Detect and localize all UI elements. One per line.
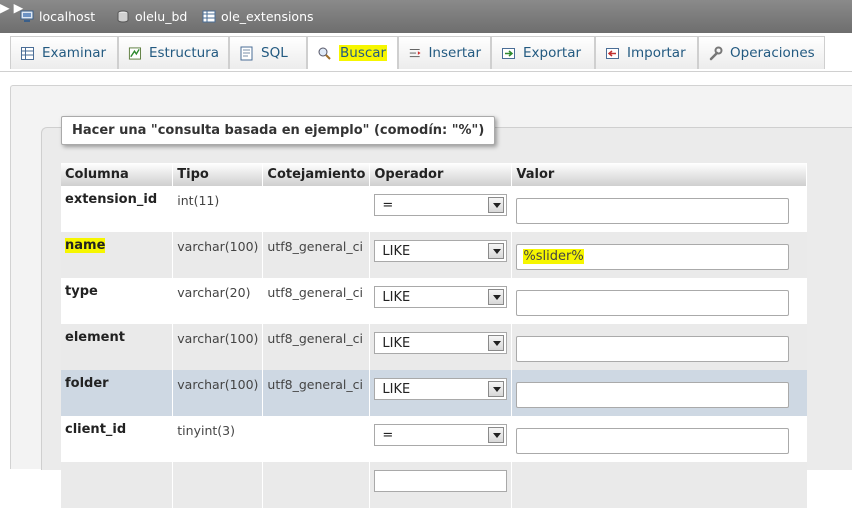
sql-icon	[240, 46, 253, 60]
breadcrumb-table-label[interactable]: ole_extensions	[221, 9, 314, 24]
structure-icon	[128, 46, 142, 60]
breadcrumb-table[interactable]: ole_extensions	[202, 9, 314, 24]
column-type: varchar(20)	[172, 278, 263, 324]
database-icon	[117, 10, 129, 23]
value-input[interactable]: %slider%	[516, 244, 790, 270]
value-input-text: %slider%	[523, 249, 584, 264]
tab-exportar-label: Exportar	[523, 45, 582, 61]
table-row: client_id tinyint(3) =	[61, 416, 807, 462]
operator-select-value: =	[382, 198, 394, 213]
header-type: Tipo	[172, 163, 264, 186]
tab-examinar-label: Examinar	[42, 45, 107, 61]
tab-estructura-label: Estructura	[148, 45, 219, 61]
breadcrumb-server[interactable]: localhost	[20, 9, 95, 24]
column-name: extension_id	[61, 186, 173, 232]
value-input[interactable]	[516, 428, 790, 454]
column-collation: utf8_general_ci	[262, 232, 370, 278]
chevron-down-icon[interactable]	[488, 427, 505, 443]
value-input[interactable]	[516, 198, 790, 224]
table-row: extension_id int(11) =	[61, 186, 807, 232]
column-collation	[262, 416, 370, 462]
table-icon	[202, 10, 216, 23]
table-row: name varchar(100) utf8_general_ci LIKE %…	[61, 232, 807, 278]
table-row: element varchar(100) utf8_general_ci LIK…	[61, 324, 807, 370]
column-type: int(11)	[172, 186, 263, 232]
chevron-down-icon[interactable]	[488, 381, 505, 397]
search-legend: Hacer una "consulta basada en ejemplo" (…	[61, 116, 496, 145]
operator-select-value: LIKE	[382, 336, 411, 351]
export-icon	[502, 47, 515, 59]
header-collation: Cotejamiento	[262, 163, 371, 186]
tab-importar[interactable]: Importar	[595, 36, 698, 69]
breadcrumb-database-label[interactable]: olelu_bd	[135, 9, 187, 24]
operator-select-value: LIKE	[382, 290, 411, 305]
breadcrumb-database[interactable]: olelu_bd	[116, 9, 187, 24]
operator-select[interactable]: LIKE	[374, 378, 508, 400]
tab-examinar[interactable]: Examinar	[10, 36, 118, 69]
table-row: type varchar(20) utf8_general_ci LIKE	[61, 278, 807, 324]
table-header-row: Columna Tipo Cotejamiento Operador Valor	[61, 163, 807, 186]
tab-buscar[interactable]: Buscar	[307, 36, 398, 69]
operator-select[interactable]: LIKE	[374, 240, 508, 262]
tab-operaciones[interactable]: Operaciones	[698, 36, 825, 69]
column-name: element	[61, 324, 173, 370]
search-icon	[318, 47, 331, 60]
operator-select[interactable]: LIKE	[374, 286, 508, 308]
header-column: Columna	[61, 163, 174, 186]
chevron-down-icon[interactable]	[488, 335, 505, 351]
tab-bar: Examinar Estructura SQL Buscar Insertar …	[0, 33, 852, 72]
column-name: folder	[61, 370, 173, 416]
tab-insertar-label: Insertar	[428, 45, 481, 61]
column-name: client_id	[61, 416, 173, 462]
value-input[interactable]	[516, 336, 790, 362]
operator-select[interactable]	[374, 470, 508, 492]
server-icon	[20, 10, 34, 22]
value-input[interactable]	[516, 290, 790, 316]
insert-icon	[409, 48, 421, 57]
tab-estructura[interactable]: Estructura	[118, 36, 229, 69]
tab-insertar[interactable]: Insertar	[398, 36, 491, 69]
chevron-down-icon[interactable]	[488, 243, 505, 259]
column-collation: utf8_general_ci	[262, 370, 370, 416]
table-row: folder varchar(100) utf8_general_ci LIKE	[61, 370, 807, 416]
chevron-down-icon[interactable]	[488, 289, 505, 305]
column-name: name	[65, 238, 106, 253]
tab-buscar-label: Buscar	[339, 45, 388, 61]
breadcrumb-server-label[interactable]: localhost	[39, 9, 95, 24]
operator-select[interactable]: =	[374, 194, 508, 216]
breadcrumb: localhost ▶ olelu_bd ▶ ole_extensions	[0, 0, 852, 33]
browse-icon	[21, 46, 34, 60]
operator-select-value: =	[382, 428, 394, 443]
tab-importar-label: Importar	[627, 45, 686, 61]
column-collation	[262, 186, 370, 232]
column-collation: utf8_general_ci	[262, 324, 370, 370]
tab-exportar[interactable]: Exportar	[491, 36, 595, 69]
column-type: tinyint(3)	[172, 416, 263, 462]
column-name: type	[61, 278, 173, 324]
import-icon	[606, 47, 619, 59]
tab-sql-label: SQL	[261, 45, 288, 61]
operator-select-value: LIKE	[382, 382, 411, 397]
operator-select[interactable]: LIKE	[374, 332, 508, 354]
value-input[interactable]	[516, 382, 790, 408]
search-table: Columna Tipo Cotejamiento Operador Valor…	[61, 163, 807, 508]
breadcrumb-separator-icon: ▶	[0, 0, 10, 15]
tab-operaciones-label: Operaciones	[730, 45, 815, 61]
column-type: varchar(100)	[172, 324, 263, 370]
column-collation: utf8_general_ci	[262, 278, 370, 324]
operator-select-value: LIKE	[382, 244, 411, 259]
chevron-down-icon[interactable]	[488, 197, 505, 213]
column-type: varchar(100)	[172, 232, 263, 278]
tab-sql[interactable]: SQL	[229, 36, 307, 69]
wrench-icon	[709, 46, 723, 60]
operator-select[interactable]: =	[374, 424, 508, 446]
column-type: varchar(100)	[172, 370, 263, 416]
header-value: Valor	[511, 163, 807, 186]
header-operator: Operador	[369, 163, 513, 186]
